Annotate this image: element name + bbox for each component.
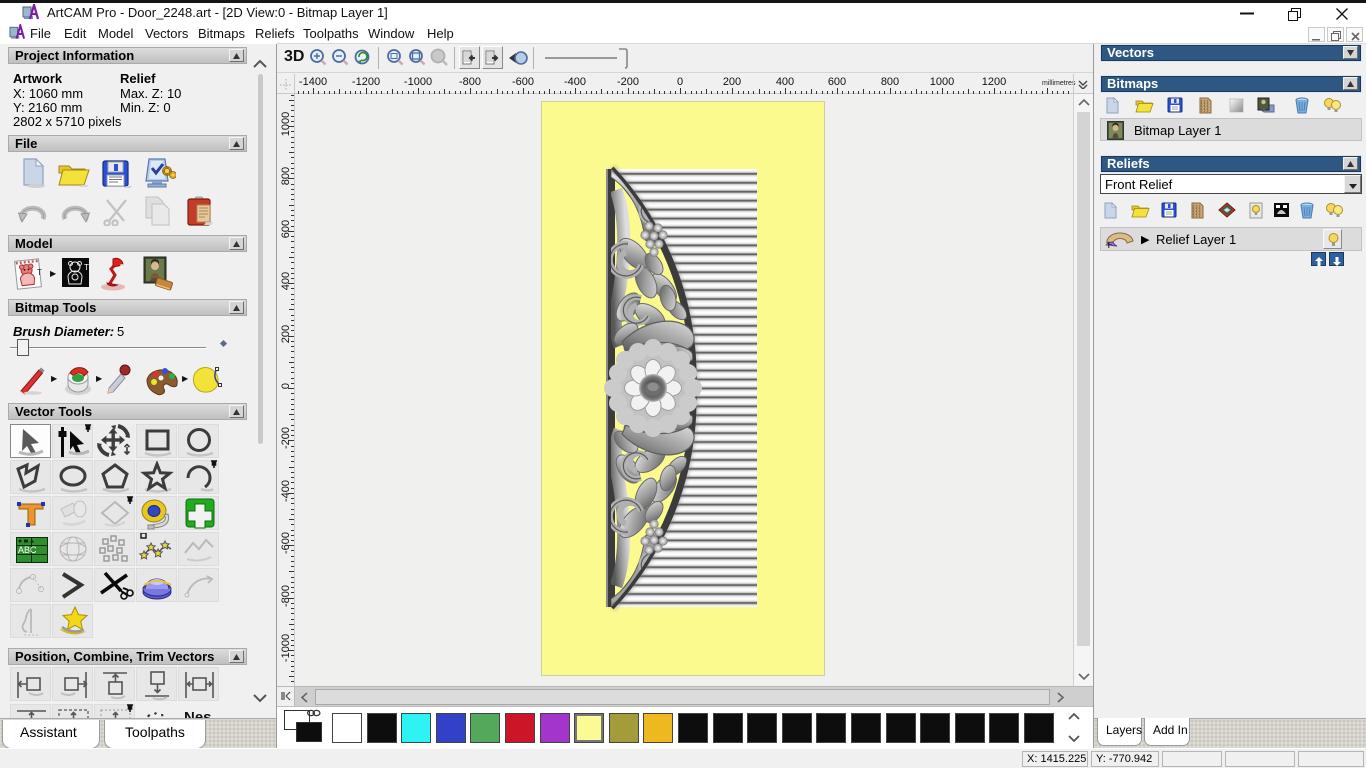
svg-text:ABC: ABC [18,545,37,555]
svg-text:T: T [84,263,89,272]
svg-text:T: T [37,268,42,277]
